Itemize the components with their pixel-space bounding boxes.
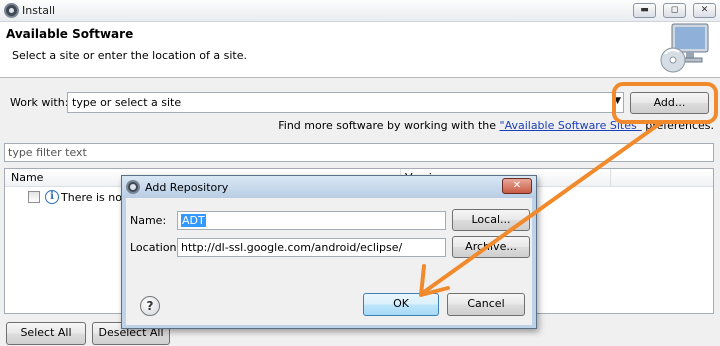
wizard-header: Available Software Select a site or ente…	[0, 22, 720, 78]
find-more-prefix: Find more software by working with the	[278, 119, 500, 132]
eclipse-icon	[126, 180, 140, 194]
filter-input[interactable]: type filter text	[4, 143, 714, 162]
dialog-titlebar: Add Repository ✕	[122, 176, 536, 198]
location-value: http://dl-ssl.google.com/android/eclipse…	[181, 241, 403, 254]
work-with-combo[interactable]: type or select a site ▼	[67, 92, 624, 113]
dialog-title: Add Repository	[145, 181, 229, 194]
name-label: Name:	[130, 214, 167, 227]
select-all-button[interactable]: Select All	[6, 322, 86, 345]
page-subtitle: Select a site or enter the location of a…	[12, 49, 248, 62]
add-repository-dialog: Add Repository ✕ Name: ADT Local... Loca…	[121, 175, 537, 329]
window-title: Install	[22, 4, 56, 17]
find-more-suffix: preferences.	[641, 119, 714, 132]
info-icon: i	[45, 190, 59, 204]
row-checkbox[interactable]	[28, 191, 40, 203]
archive-button[interactable]: Archive...	[452, 236, 530, 258]
location-field[interactable]: http://dl-ssl.google.com/android/eclipse…	[177, 238, 446, 257]
window-titlebar: Install ▬ ◻ ✕	[0, 0, 720, 22]
find-more-text: Find more software by working with the "…	[278, 119, 714, 132]
maximize-button[interactable]: ◻	[663, 3, 686, 18]
work-with-value: type or select a site	[72, 96, 182, 109]
filter-placeholder: type filter text	[8, 146, 87, 159]
dropdown-arrow-icon[interactable]: ▼	[614, 96, 621, 106]
minimize-button[interactable]: ▬	[633, 3, 656, 18]
page-title: Available Software	[6, 27, 134, 41]
name-value: ADT	[181, 214, 206, 227]
help-icon[interactable]: ?	[140, 296, 160, 316]
ok-button[interactable]: OK	[363, 293, 439, 316]
add-site-button[interactable]: Add...	[630, 92, 709, 114]
dialog-body: Name: ADT Local... Location: http://dl-s…	[126, 198, 532, 325]
column-separator	[610, 169, 611, 187]
available-software-sites-link[interactable]: "Available Software Sites"	[500, 119, 642, 132]
name-field[interactable]: ADT	[177, 211, 446, 230]
eclipse-icon	[4, 3, 19, 18]
install-banner-icon	[660, 23, 709, 73]
work-with-label: Work with:	[10, 96, 69, 109]
location-label: Location:	[130, 241, 181, 254]
close-button[interactable]: ✕	[693, 3, 716, 18]
dialog-close-button[interactable]: ✕	[502, 178, 532, 194]
cancel-button[interactable]: Cancel	[447, 293, 525, 316]
local-button[interactable]: Local...	[452, 209, 530, 231]
column-name[interactable]: Name	[11, 171, 43, 184]
